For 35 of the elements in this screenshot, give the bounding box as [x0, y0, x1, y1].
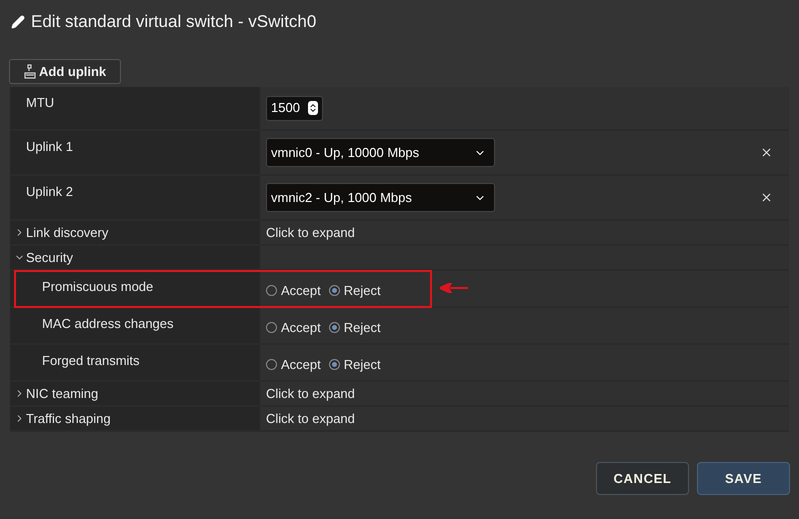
- save-button[interactable]: SAVE: [697, 462, 790, 495]
- row-label: Uplink 2: [26, 183, 73, 201]
- stepper-icon[interactable]: [308, 101, 318, 115]
- row-label: MAC address changes: [42, 315, 174, 333]
- dialog-title: Edit standard virtual switch - vSwitch0: [31, 11, 316, 34]
- radio-button[interactable]: [328, 359, 340, 370]
- remove-icon[interactable]: [760, 191, 773, 204]
- radio-button[interactable]: [328, 285, 340, 296]
- radio-label: Reject: [344, 356, 381, 374]
- row-label: Uplink 1: [26, 138, 73, 156]
- radio-button[interactable]: [266, 322, 277, 333]
- expand-link[interactable]: Click to expand: [266, 408, 355, 428]
- network-card-icon: [24, 64, 36, 80]
- pencil-icon: [11, 15, 25, 29]
- radio-label: Reject: [344, 282, 381, 300]
- remove-icon[interactable]: [760, 146, 773, 159]
- row-label: Forged transmits: [42, 352, 140, 370]
- add-uplink-button[interactable]: Add uplink: [9, 59, 122, 84]
- expand-link[interactable]: Click to expand: [266, 384, 355, 404]
- radio-button[interactable]: [266, 359, 277, 370]
- radio-button[interactable]: [328, 322, 340, 333]
- radio-label: Accept: [281, 356, 321, 374]
- radio-label: Accept: [281, 282, 321, 300]
- radio-label: Reject: [344, 318, 381, 337]
- expand-link[interactable]: Click to expand: [266, 222, 355, 242]
- section-label[interactable]: Security: [26, 248, 73, 268]
- radio-button[interactable]: [266, 285, 277, 296]
- number-input[interactable]: 1500: [266, 96, 323, 120]
- uplink-select[interactable]: vmnic2 - Up, 1000 Mbps: [266, 183, 495, 212]
- row-label: MTU: [26, 94, 54, 112]
- radio-label: Accept: [281, 318, 321, 337]
- cancel-button[interactable]: CANCEL: [596, 462, 689, 495]
- row-label: Promiscuous mode: [42, 278, 154, 296]
- uplink-select[interactable]: vmnic0 - Up, 10000 Mbps: [266, 138, 495, 167]
- arrow-icon: [440, 283, 468, 293]
